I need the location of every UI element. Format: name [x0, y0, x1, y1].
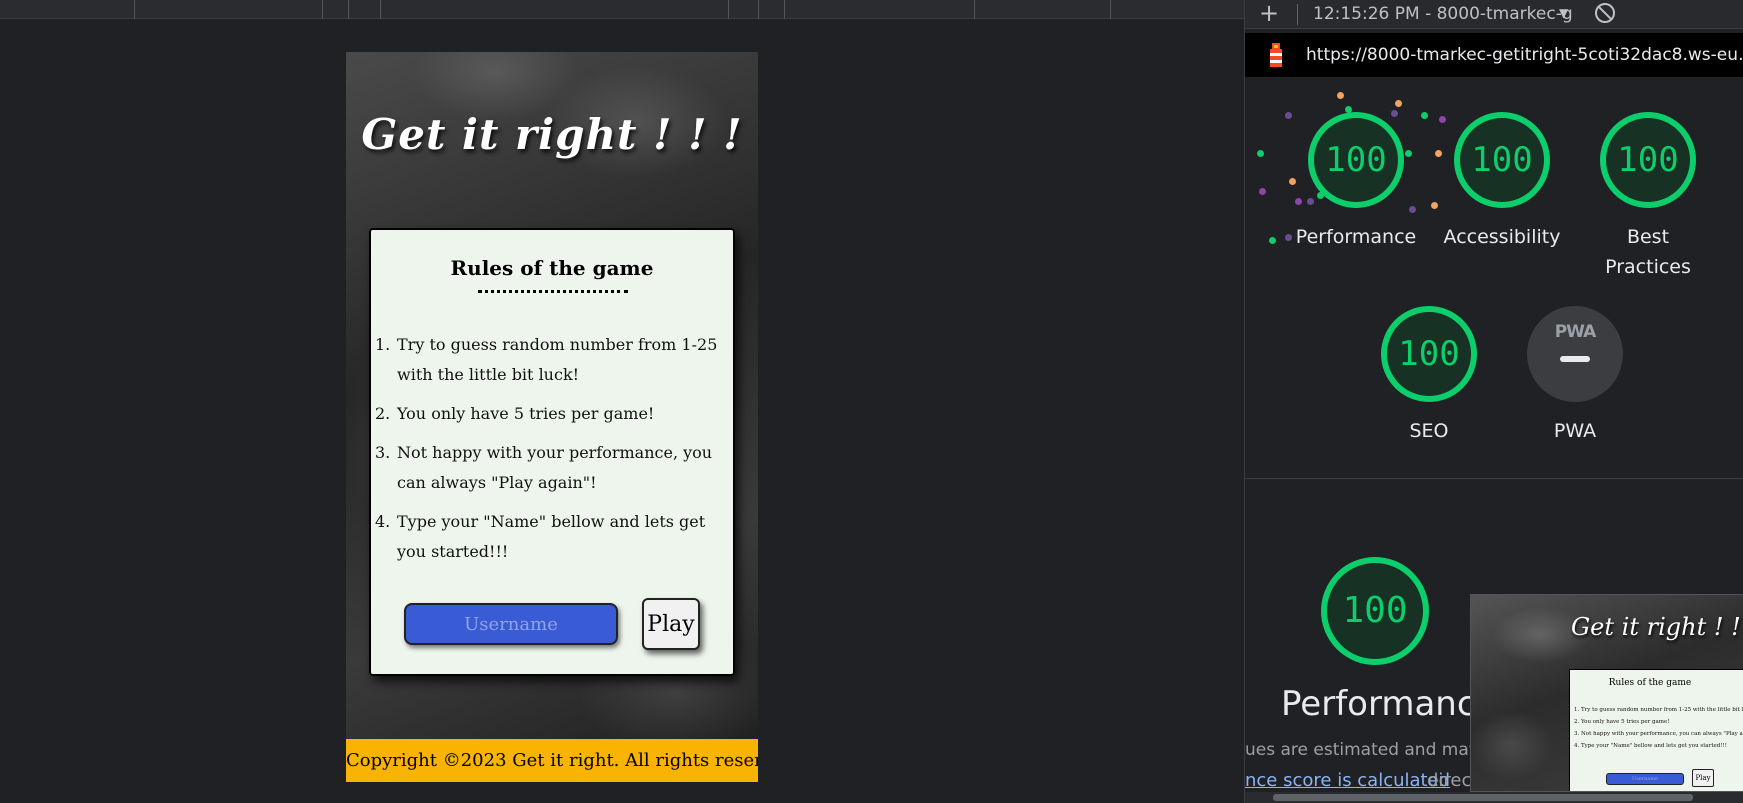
ruler-tick [974, 0, 975, 19]
thumbnail-rules-heading: Rules of the game [1608, 678, 1692, 688]
thumbnail-rules-card: Rules of the game 1. Try to guess random… [1569, 669, 1743, 791]
report-selector[interactable]: 12:15:26 PM - 8000-tmarkec-g [1313, 4, 1573, 24]
ruler-tick [784, 0, 785, 19]
rule-text: Not happy with your performance, you can… [397, 443, 713, 492]
report-url-bar: https://8000-tmarkec-getitright-5coti32d… [1245, 33, 1743, 77]
best-practices-gauge[interactable]: 100 [1600, 112, 1696, 208]
performance-section-title: Performance [1281, 684, 1497, 724]
ruler-tick [758, 0, 759, 19]
pwa-gauge[interactable]: PWA [1527, 306, 1623, 402]
ruler-tick [728, 0, 729, 19]
seo-gauge-label: SEO [1409, 420, 1449, 442]
horizontal-scrollbar[interactable] [1245, 792, 1743, 803]
block-icon[interactable] [1595, 3, 1615, 23]
seo-gauge[interactable]: 100 [1381, 306, 1477, 402]
rules-underline [478, 290, 628, 293]
confetti-dot [1421, 112, 1428, 119]
thumbnail-play-button: Play [1692, 769, 1714, 787]
confetti-dot [1257, 150, 1264, 157]
rule-item: 2. You only have 5 tries per game! [375, 399, 721, 429]
device-ruler [0, 0, 1244, 19]
ruler-tick [322, 0, 323, 19]
performance-gauge-label: Performance [1295, 226, 1417, 248]
confetti-dot [1391, 110, 1398, 117]
rule-number: 1. [375, 335, 391, 354]
play-button[interactable]: Play [642, 598, 700, 650]
ruler-tick [348, 0, 349, 19]
lighthouse-panel: + 12:15:26 PM - 8000-tmarkec-g ▼ https:/… [1244, 0, 1743, 803]
confetti-dot [1269, 237, 1276, 244]
rule-text: Type your "Name" bellow and lets get you… [397, 512, 706, 561]
thumbnail-title: Get it right ! ! ! [1571, 613, 1743, 641]
thumbnail-rule-item: 4. Type your "Name" bellow and lets get … [1574, 743, 1727, 749]
rule-number: 4. [375, 512, 391, 531]
rules-card: Rules of the game 1. Try to guess random … [369, 228, 735, 676]
thumbnail-rules-list: 1. Try to guess random number from 1-25 … [1574, 704, 1743, 752]
confetti-dot [1289, 178, 1296, 185]
confetti-dot [1307, 198, 1314, 205]
lighthouse-icon [1270, 43, 1282, 67]
rules-heading: Rules of the game [450, 256, 654, 280]
section-divider [1245, 478, 1743, 479]
ruler-tick [134, 0, 135, 19]
rule-number: 2. [375, 404, 391, 423]
thumbnail-rule-item: 1. Try to guess random number from 1-25 … [1574, 707, 1743, 713]
performance-gauge[interactable]: 100 [1308, 112, 1404, 208]
scrollbar-thumb[interactable] [1273, 794, 1693, 801]
thumbnail-username-input: Username [1606, 773, 1684, 785]
confetti-dot [1285, 112, 1292, 119]
confetti-dot [1295, 198, 1302, 205]
rule-text: Try to guess random number from 1-25 wit… [397, 335, 718, 384]
confetti-dot [1259, 188, 1266, 195]
confetti-dot [1439, 116, 1446, 123]
rule-text: You only have 5 tries per game! [397, 404, 655, 423]
plus-icon[interactable]: + [1259, 1, 1279, 25]
confetti-dot [1337, 92, 1344, 99]
lighthouse-toolbar: + 12:15:26 PM - 8000-tmarkec-g ▼ [1245, 0, 1743, 29]
ruler-tick [380, 0, 381, 19]
confetti-dot [1409, 206, 1416, 213]
confetti-dot [1435, 150, 1442, 157]
pwa-dash-icon [1560, 356, 1590, 362]
confetti-dot [1395, 100, 1402, 107]
best-practices-gauge-label: Best Practices [1605, 226, 1691, 278]
pwa-badge-text: PWA [1554, 322, 1597, 342]
rule-item: 1. Try to guess random number from 1-25 w… [375, 330, 721, 390]
toolbar-separator [1297, 4, 1298, 25]
ruler-tick [1110, 0, 1111, 19]
confetti-dot [1405, 150, 1412, 157]
score-calculation-link[interactable]: nce score is calculated [1245, 770, 1450, 791]
performance-main-gauge: 100 [1321, 557, 1429, 665]
confetti-dot [1431, 202, 1438, 209]
game-title: Get it right ! ! ! [361, 110, 743, 159]
rule-item: 4. Type your "Name" bellow and lets get y… [375, 507, 721, 567]
rule-item: 3. Not happy with your performance, you c… [375, 438, 721, 498]
values-estimated-note: ues are estimated and may va [1245, 740, 1505, 760]
thumbnail-rule-item: 3. Not happy with your performance, you … [1574, 731, 1743, 737]
rules-list: 1. Try to guess random number from 1-25 w… [375, 330, 721, 576]
page-screenshot-thumbnail[interactable]: Get it right ! ! ! Rules of the game 1. … [1470, 594, 1743, 792]
thumbnail-rule-item: 2. You only have 5 tries per game! [1574, 719, 1670, 725]
username-input[interactable] [404, 603, 618, 645]
accessibility-gauge[interactable]: 100 [1454, 112, 1550, 208]
accessibility-gauge-label: Accessibility [1443, 226, 1561, 248]
report-url[interactable]: https://8000-tmarkec-getitright-5coti32d… [1306, 45, 1743, 65]
phone-viewport: Get it right ! ! ! Rules of the game 1. T… [346, 52, 758, 782]
pwa-gauge-label: PWA [1553, 420, 1597, 442]
rule-number: 3. [375, 443, 391, 462]
footer-copyright: Copyright ©2023 Get it right. All rights… [346, 739, 758, 782]
chevron-down-icon[interactable]: ▼ [1559, 6, 1568, 20]
device-preview-area: Get it right ! ! ! Rules of the game 1. T… [0, 0, 1244, 803]
